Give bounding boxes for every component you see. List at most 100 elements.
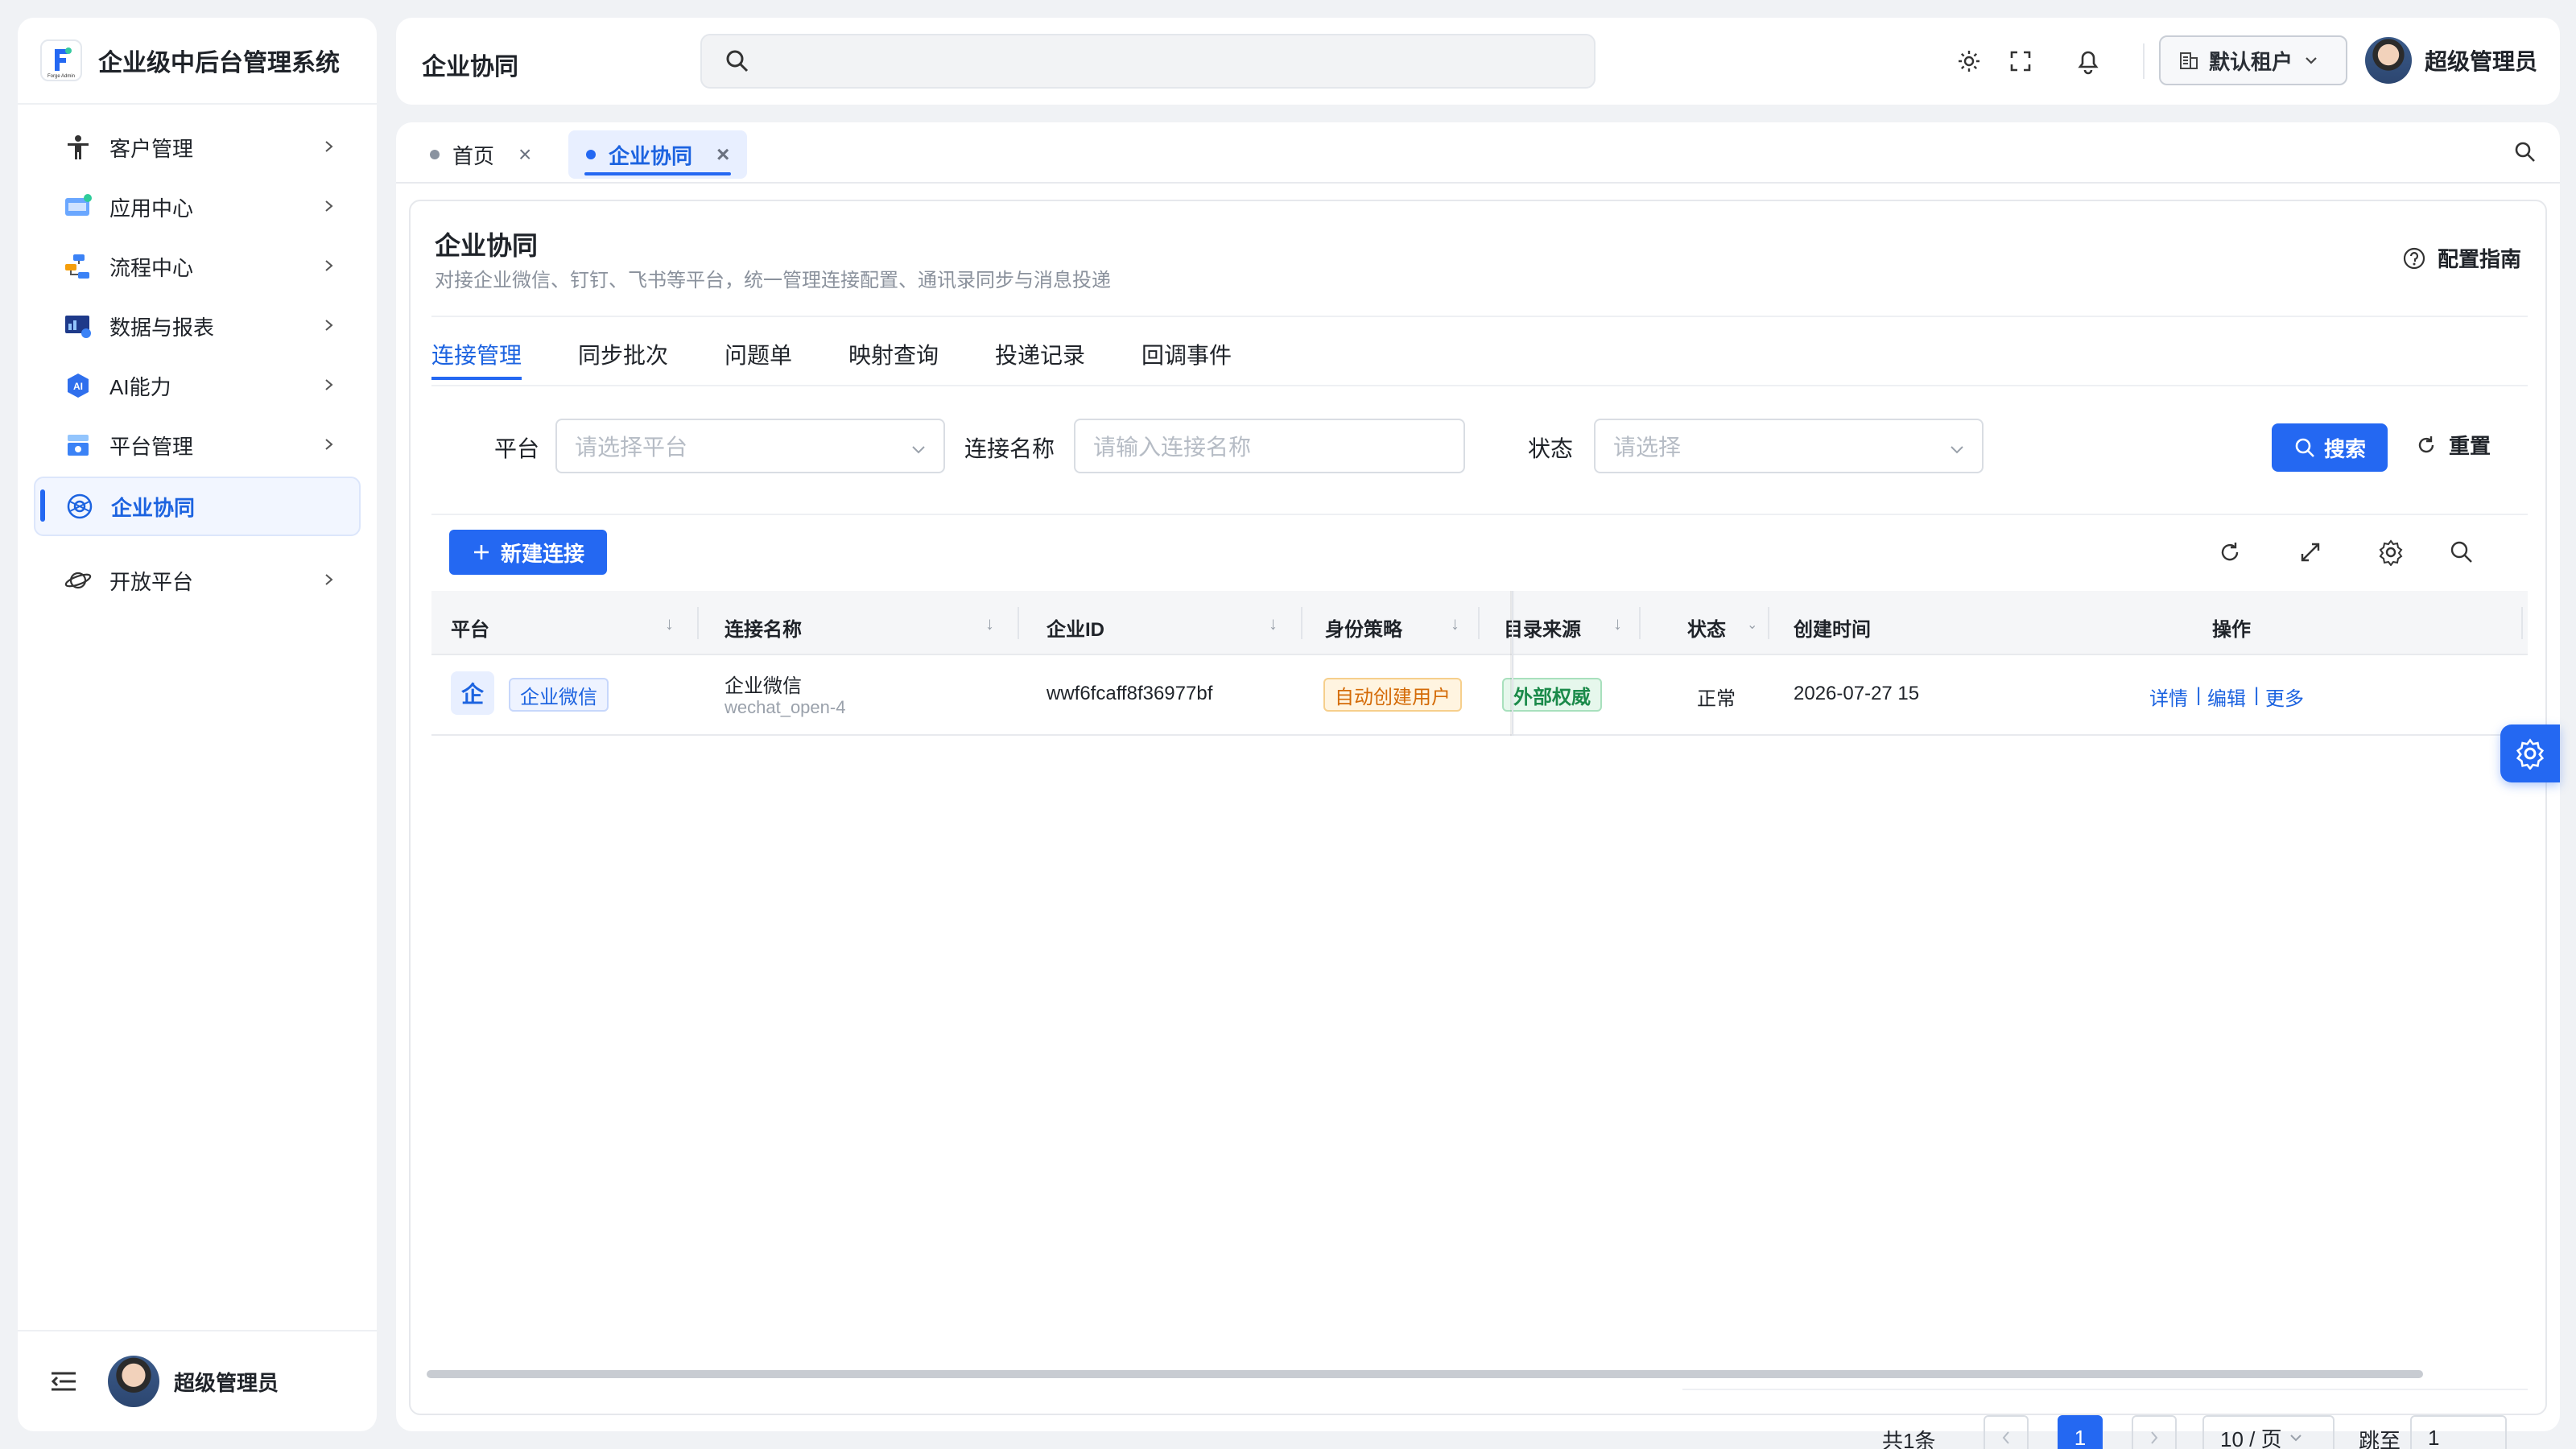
column-header[interactable]: 连接名称 [724, 613, 802, 642]
sidebar-item-data-reports[interactable]: 数据与报表 [34, 298, 361, 354]
page-title: 企业协同 [435, 231, 539, 260]
jump-label: 跳至 [2359, 1429, 2401, 1449]
app-title: 企业级中后台管理系统 [98, 50, 340, 76]
page-size-select[interactable]: 10 / 页 [2202, 1415, 2334, 1449]
sidebar-username: 超级管理员 [174, 1370, 279, 1395]
tenant-label: 默认租户 [2209, 49, 2293, 74]
name-placeholder: 请输入连接名称 [1093, 435, 1252, 460]
column-header[interactable]: 企业ID [1046, 613, 1104, 642]
sidebar-item-label: 应用中心 [109, 196, 194, 221]
refresh-icon[interactable] [2215, 538, 2244, 567]
gear-icon [2514, 737, 2546, 770]
new-connection-button[interactable]: 新建连接 [449, 530, 607, 575]
next-page-button[interactable] [2132, 1415, 2177, 1449]
search-icon[interactable] [2447, 538, 2476, 567]
sidebar-item-customers[interactable]: 客户管理 [34, 119, 361, 175]
chevron-down-icon [2289, 1432, 2303, 1443]
global-search[interactable] [700, 34, 1596, 89]
app-logo: Forge Admin [40, 39, 82, 81]
brand-header: Forge Admin 企业级中后台管理系统 [18, 18, 377, 105]
floating-settings-button[interactable] [2500, 724, 2560, 782]
sidebar-item-label: 平台管理 [109, 434, 194, 459]
search-button[interactable]: 搜索 [2272, 423, 2388, 472]
horizontal-scrollbar[interactable] [427, 1370, 2423, 1378]
chevron-right-icon [322, 316, 336, 341]
more-link[interactable]: 更多 [2265, 683, 2304, 711]
sort-icon[interactable]: ⌄ [1747, 617, 1757, 633]
status-select[interactable]: 请选择 [1594, 419, 1984, 473]
jump-input[interactable]: 1 [2410, 1415, 2507, 1449]
sort-icon[interactable]: ↓ [985, 613, 994, 634]
sidebar-item-flow-center[interactable]: 流程中心 [34, 238, 361, 295]
platform-select[interactable]: 请选择平台 [555, 419, 945, 473]
column-header[interactable]: 平台 [451, 613, 489, 642]
detail-link[interactable]: 详情 [2149, 683, 2188, 711]
subtab-callbacks[interactable]: 回调事件 [1141, 338, 1232, 370]
header-divider [2143, 43, 2145, 79]
column-header[interactable]: 创建时间 [1794, 613, 1871, 642]
connection-code: wechat_open-4 [724, 697, 846, 717]
subtab-delivery[interactable]: 投递记录 [995, 338, 1085, 370]
planet-icon [63, 565, 93, 596]
pagination-divider [1682, 1389, 2528, 1390]
subtab-mapping[interactable]: 映射查询 [848, 338, 939, 370]
sidebar-item-ai[interactable]: AI AI能力 [34, 357, 361, 414]
chevron-down-icon [1948, 438, 1966, 464]
sidebar-item-collaboration[interactable]: 企业协同 [34, 477, 361, 536]
sort-icon[interactable]: ↓ [1451, 613, 1459, 634]
bell-icon[interactable] [2072, 45, 2104, 77]
reset-button[interactable]: 重置 [2415, 430, 2491, 460]
platform-badge-icon: 企 [451, 671, 494, 715]
status-placeholder: 请选择 [1613, 435, 1682, 460]
close-icon[interactable]: × [518, 142, 531, 167]
column-header[interactable]: 目录来源 [1504, 613, 1581, 642]
fullscreen-icon[interactable] [2004, 45, 2037, 77]
sidebar-footer: 超级管理员 [18, 1330, 377, 1431]
avatar[interactable] [108, 1356, 159, 1407]
column-separator [1478, 607, 1480, 639]
app-center-icon [63, 192, 93, 222]
column-header[interactable]: 状态 [1687, 613, 1726, 642]
column-separator [2521, 607, 2523, 639]
tab-home[interactable]: 首页 × [412, 130, 549, 179]
sort-icon[interactable]: ↓ [665, 613, 674, 634]
sidebar-item-app-center[interactable]: 应用中心 [34, 179, 361, 235]
chevron-right-icon [322, 435, 336, 460]
subtab-sync-batches[interactable]: 同步批次 [578, 338, 668, 370]
prev-page-button[interactable] [1984, 1415, 2029, 1449]
column-header[interactable]: 身份策略 [1325, 613, 1402, 642]
tab-search-icon[interactable] [2513, 140, 2537, 164]
help-circle-icon [2402, 246, 2426, 270]
collapse-menu-icon[interactable] [50, 1370, 77, 1393]
column-separator [697, 607, 699, 639]
plus-icon [472, 543, 491, 562]
chevron-right-icon [322, 137, 336, 162]
edit-link[interactable]: 编辑 [2207, 683, 2246, 711]
avatar [2365, 37, 2412, 84]
sidebar-item-open-platform[interactable]: 开放平台 [34, 552, 361, 609]
expand-icon[interactable] [2296, 538, 2325, 567]
chevron-right-icon [322, 256, 336, 281]
user-menu[interactable]: 超级管理员 [2365, 37, 2537, 84]
sort-icon[interactable]: ↓ [1269, 613, 1278, 634]
sub-tabs: 连接管理 同步批次 问题单 映射查询 投递记录 回调事件 [431, 316, 2528, 386]
search-button-label: 搜索 [2323, 436, 2366, 461]
name-input[interactable]: 请输入连接名称 [1074, 419, 1465, 473]
config-guide-link[interactable]: 配置指南 [2402, 243, 2521, 273]
tenant-selector[interactable]: 默认租户 [2159, 35, 2347, 85]
sort-icon[interactable]: ↓ [1613, 613, 1622, 634]
close-icon[interactable]: × [716, 142, 729, 167]
subtab-connections[interactable]: 连接管理 [431, 338, 522, 380]
page-1-button[interactable]: 1 [2058, 1415, 2103, 1449]
tab-collaboration[interactable]: 企业协同 × [568, 130, 748, 179]
sidebar-item-platform[interactable]: 平台管理 [34, 417, 361, 473]
gear-icon[interactable] [2376, 538, 2405, 567]
column-separator [1018, 607, 1019, 639]
search-input[interactable] [763, 48, 1488, 74]
theme-toggle-icon[interactable] [1953, 45, 1985, 77]
main-content: 首页 × 企业协同 × 企业协同 对接企业微信、钉钉、飞书等平台，统一管理连接配… [396, 122, 2560, 1449]
flow-icon [63, 251, 93, 282]
subtab-issues[interactable]: 问题单 [724, 338, 792, 370]
platform-icon [63, 430, 93, 460]
status-text: 正常 [1697, 688, 1736, 710]
